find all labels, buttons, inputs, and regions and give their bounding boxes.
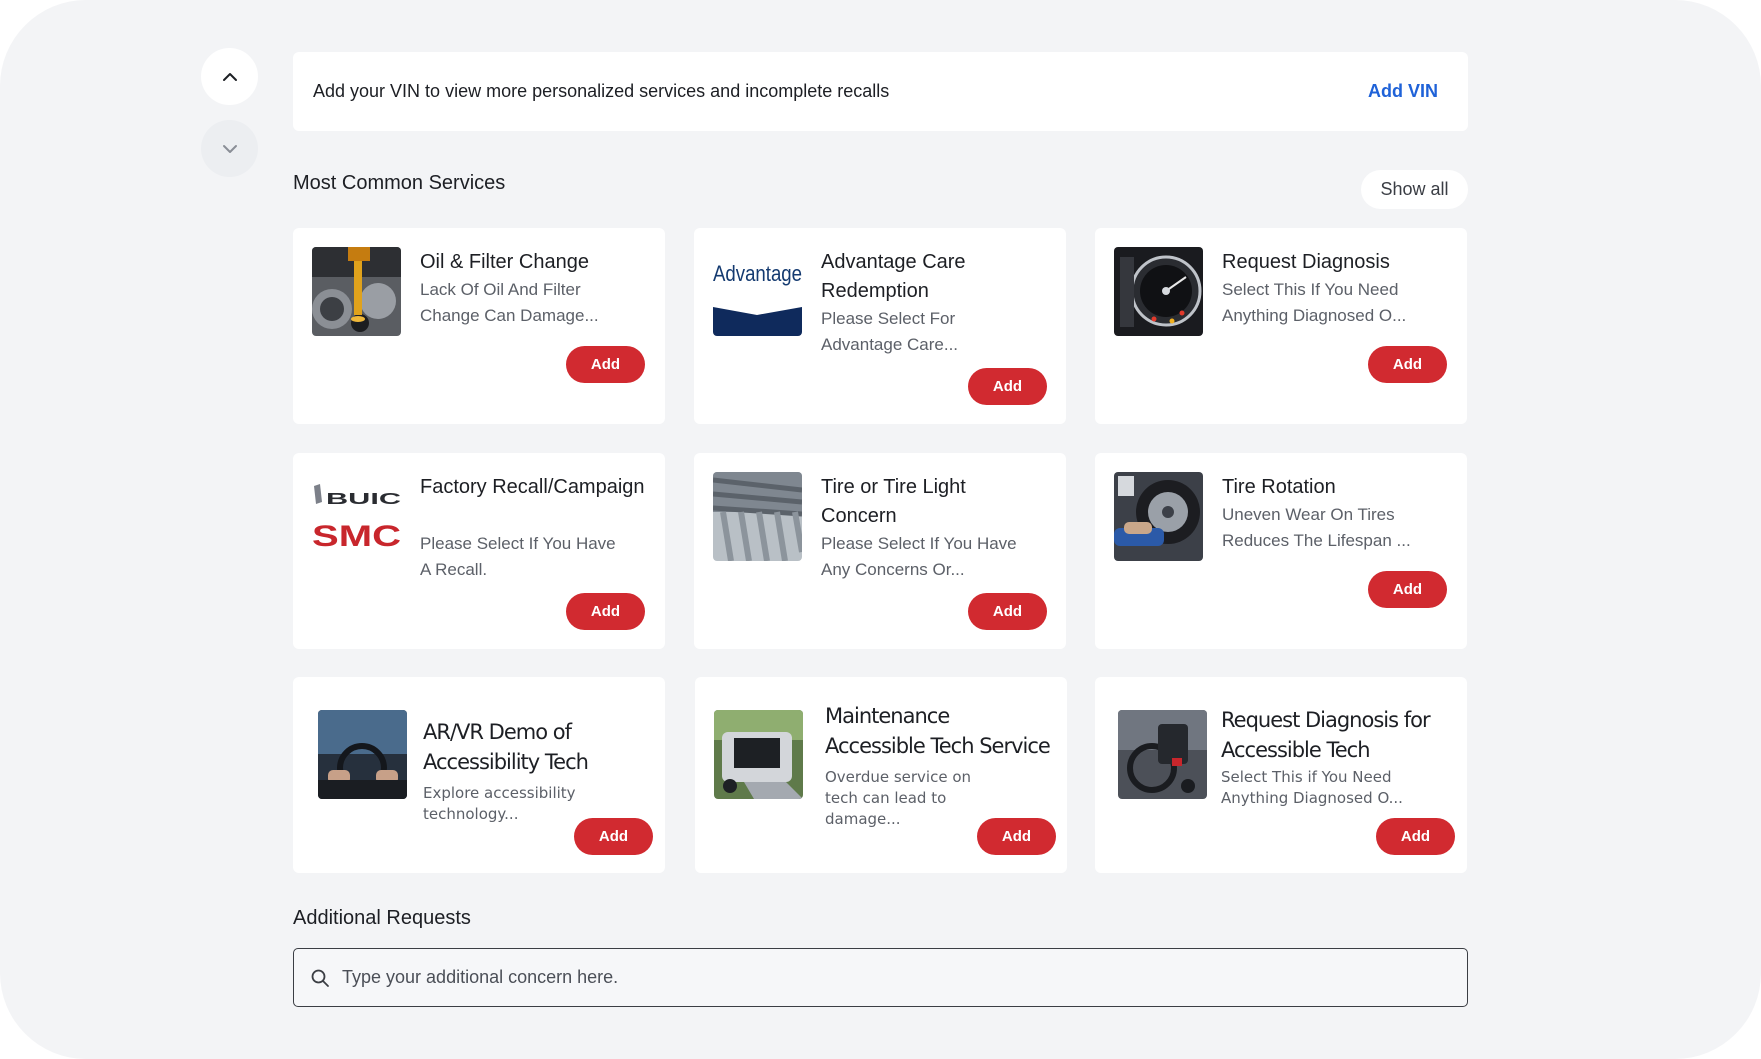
tire-tread-image — [713, 472, 802, 561]
dashboard-gauge-image — [1114, 247, 1203, 336]
service-card-ar-vr-demo: AR/VR Demo of Accessibility Tech Explore… — [293, 677, 665, 873]
card-title: Maintenance Accessible Tech Service — [825, 704, 1051, 758]
chevron-up-icon — [222, 72, 237, 81]
card-title: Oil & Filter Change — [420, 251, 589, 273]
card-description: Please Select If You Have Any Concerns O… — [821, 534, 1017, 579]
service-card-oil-filter-change: Oil & Filter Change Lack Of Oil And Filt… — [293, 228, 665, 424]
ar-vr-demo-image — [318, 710, 407, 799]
card-title: Advantage Care Redemption — [821, 251, 966, 302]
service-card-request-diagnosis: Request Diagnosis Select This If You Nee… — [1095, 228, 1467, 424]
service-card-maintenance-accessible-tech: Maintenance Accessible Tech Service Over… — [695, 677, 1067, 873]
service-card-factory-recall: BUIC SMC Factory Recall/Campaign Please … — [293, 453, 665, 649]
add-tire-light-concern-button[interactable]: Add — [968, 593, 1047, 630]
oil-change-image — [312, 247, 401, 336]
advantage-logo-image: Advantage — [713, 247, 802, 336]
accessible-van-image — [714, 710, 803, 799]
card-description: Explore accessibility technology... — [423, 784, 576, 823]
card-title: Request Diagnosis — [1222, 251, 1390, 273]
show-all-button[interactable]: Show all — [1361, 170, 1468, 209]
card-description: Please Select For Advantage Care... — [821, 309, 959, 354]
page-frame: Add your VIN to view more personalized s… — [0, 0, 1761, 1059]
service-card-tire-light-concern: Tire or Tire Light Concern Please Select… — [694, 453, 1066, 649]
additional-concern-input[interactable] — [342, 967, 1422, 988]
advantage-logo-text: Advantage — [713, 261, 802, 286]
search-icon — [311, 969, 329, 987]
add-request-diagnosis-button[interactable]: Add — [1368, 346, 1447, 383]
card-title: Request Diagnosis for Accessible Tech — [1221, 708, 1431, 762]
add-tire-rotation-button[interactable]: Add — [1368, 571, 1447, 608]
card-title: Tire or Tire Light Concern — [821, 476, 966, 527]
card-title: Factory Recall/Campaign — [420, 476, 645, 498]
scroll-up-button[interactable] — [201, 48, 258, 105]
card-description: Please Select If You Have A Recall. — [420, 534, 616, 579]
add-oil-filter-change-button[interactable]: Add — [566, 346, 645, 383]
vin-banner: Add your VIN to view more personalized s… — [293, 52, 1468, 131]
card-title: Tire Rotation — [1222, 476, 1336, 498]
add-ar-vr-demo-button[interactable]: Add — [574, 818, 653, 855]
gm-brands-logo-image: BUIC SMC — [312, 472, 401, 561]
service-card-advantage-care: Advantage Advantage Care Redemption Plea… — [694, 228, 1066, 424]
card-description: Lack Of Oil And Filter Change Can Damage… — [420, 280, 599, 325]
tire-rotation-image — [1114, 472, 1203, 561]
card-title: AR/VR Demo of Accessibility Tech — [423, 720, 589, 774]
card-description: Overdue service on tech can lead to dama… — [825, 768, 972, 828]
add-request-diagnosis-accessible-tech-button[interactable]: Add — [1376, 818, 1455, 855]
gmc-logo-text: SMC — [312, 520, 401, 553]
card-description: Uneven Wear On Tires Reduces The Lifespa… — [1222, 505, 1411, 550]
buick-logo-text: BUIC — [326, 491, 401, 508]
most-common-services-title: Most Common Services — [293, 172, 506, 194]
service-card-request-diagnosis-accessible-tech: Request Diagnosis for Accessible Tech Se… — [1095, 677, 1467, 873]
chevron-down-icon — [222, 144, 237, 153]
service-card-tire-rotation: Tire Rotation Uneven Wear On Tires Reduc… — [1095, 453, 1467, 649]
additional-requests-title: Additional Requests — [293, 907, 471, 929]
card-description: Select This If You Need Anything Diagnos… — [1222, 280, 1407, 325]
vin-banner-text: Add your VIN to view more personalized s… — [313, 81, 890, 101]
scroll-down-button[interactable] — [201, 120, 258, 177]
card-description: Select This if You Need Anything Diagnos… — [1221, 768, 1403, 807]
add-maintenance-accessible-tech-button[interactable]: Add — [977, 818, 1056, 855]
add-factory-recall-button[interactable]: Add — [566, 593, 645, 630]
add-vin-link[interactable]: Add VIN — [1368, 81, 1438, 102]
wheelchair-image — [1118, 710, 1207, 799]
additional-concern-field — [293, 948, 1468, 1007]
add-advantage-care-button[interactable]: Add — [968, 368, 1047, 405]
